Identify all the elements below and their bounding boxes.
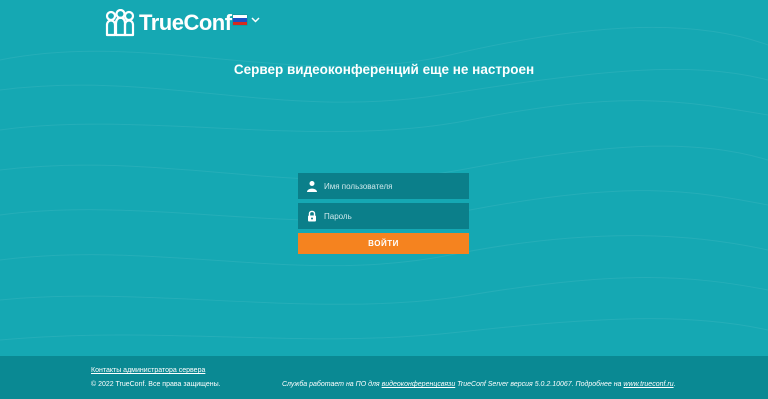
flag-stripe-red [233,21,247,25]
service-info: Служба работает на ПО для видеоконференц… [282,381,676,388]
username-field[interactable] [298,173,469,199]
service-prefix-text: Служба работает на ПО для [282,381,382,388]
trueconf-logo[interactable]: TrueConf [103,9,232,37]
login-button[interactable]: ВОЙТИ [298,233,469,254]
videoconferencing-link[interactable]: видеоконференцсвязи [382,381,456,388]
user-icon [307,181,317,192]
service-suffix-text: . [673,381,676,388]
copyright-text: © 2022 TrueConf. Все права защищены. [91,381,221,388]
service-version-text: TrueConf Server версия 5.0.2.10067. Подр… [455,381,624,388]
chevron-down-icon [251,17,260,23]
login-form: ВОЙТИ [298,173,469,254]
lock-icon [308,210,316,222]
page-title: Сервер видеоконференций еще не настроен [233,62,535,77]
trueconf-site-link[interactable]: www.trueconf.ru [623,381,673,388]
flag-ru-icon [233,15,247,25]
logo-text: TrueConf [139,10,232,35]
password-field[interactable] [298,203,469,229]
username-input[interactable] [324,174,462,198]
footer: Контакты администратора сервера © 2022 T… [0,356,768,399]
header: TrueConf [0,0,768,44]
language-selector[interactable] [233,15,260,25]
admin-contacts-link[interactable]: Контакты администратора сервера [91,367,205,374]
trueconf-logo-icon [105,9,135,37]
password-input[interactable] [324,204,462,228]
